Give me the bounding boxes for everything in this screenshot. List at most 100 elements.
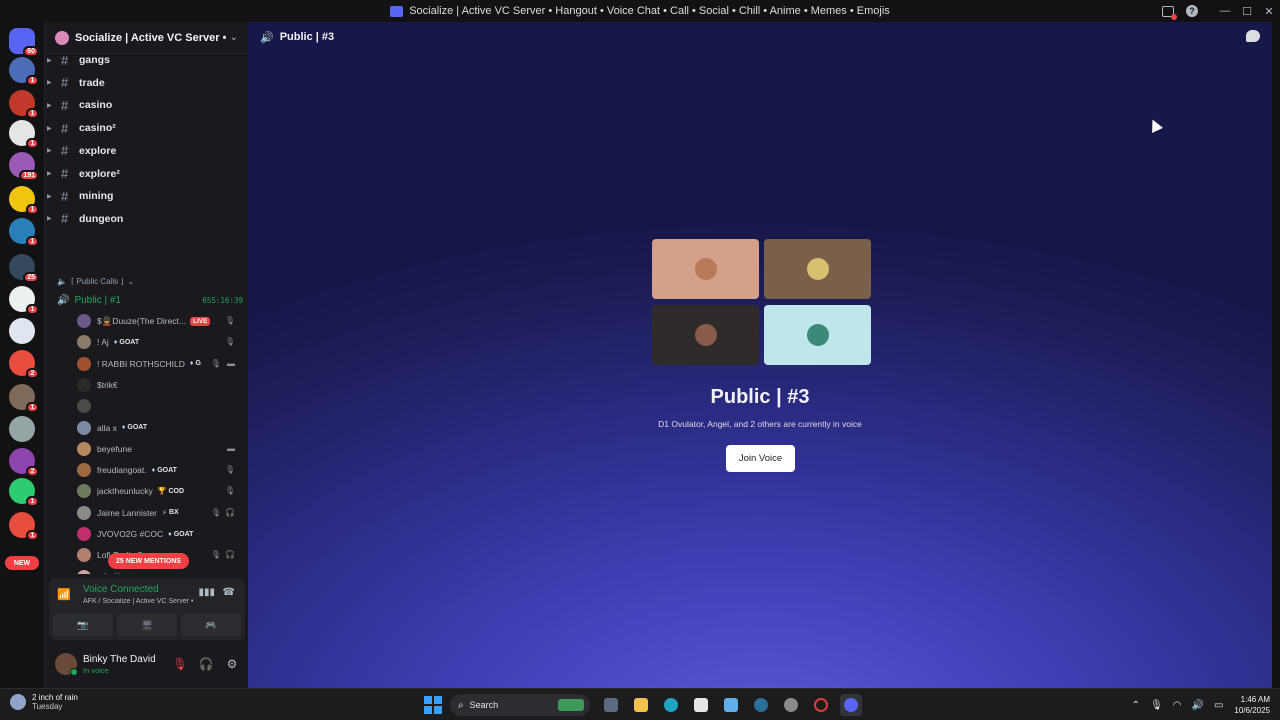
- text-channel[interactable]: ▶ # dungeon: [45, 209, 249, 229]
- taskbar-search[interactable]: ⌕ Search: [450, 694, 590, 716]
- voice-channel-label: Public | #1: [74, 294, 121, 306]
- text-channel[interactable]: ▶ # casino²: [45, 118, 249, 138]
- camera-off-icon[interactable]: 📷: [53, 614, 113, 636]
- volume-icon[interactable]: 🔊: [1192, 700, 1204, 711]
- member-status-icon: 🎙: [224, 337, 235, 347]
- server-icon[interactable]: 1: [9, 57, 39, 86]
- avatar: [77, 527, 91, 541]
- avatar[interactable]: [55, 653, 78, 676]
- screen-share-icon[interactable]: 🖥: [117, 614, 177, 636]
- voice-connected-title[interactable]: Voice Connected: [83, 584, 159, 595]
- text-channel-label: casino²: [79, 122, 116, 135]
- file-explorer-icon[interactable]: [630, 694, 652, 716]
- text-channel[interactable]: ▶ # gangs: [45, 54, 249, 70]
- gear-icon[interactable]: ⚙: [219, 657, 245, 671]
- join-voice-button[interactable]: Join Voice: [726, 445, 795, 472]
- voice-member[interactable]: beyefune ▬: [77, 440, 241, 458]
- server-icon[interactable]: 1: [9, 478, 39, 507]
- snipping-tool-icon[interactable]: [690, 694, 712, 716]
- username: Binky The David: [83, 653, 156, 665]
- server-icon[interactable]: 2: [9, 350, 39, 379]
- weather-widget[interactable]: 2 inch of rain Tuesday: [10, 693, 78, 711]
- voice-member[interactable]: jacktheunlucky 🏆 COD 🎙: [77, 482, 241, 500]
- participant-tile[interactable]: [764, 239, 871, 299]
- server-icon[interactable]: 2: [9, 448, 39, 477]
- server-icon[interactable]: 1: [9, 90, 39, 119]
- edge-browser-icon[interactable]: [660, 694, 682, 716]
- new-unreads-pill[interactable]: NEW: [5, 556, 39, 570]
- server-icon[interactable]: 25: [9, 254, 39, 283]
- voice-member[interactable]: ! Aj ♦ GOAT 🎙: [77, 333, 241, 351]
- new-mentions-pill[interactable]: 25 NEW MENTIONS: [108, 553, 189, 569]
- server-icon[interactable]: 1: [9, 218, 39, 247]
- server-icon[interactable]: 1: [9, 384, 39, 413]
- signal-icon[interactable]: 📶: [57, 588, 71, 601]
- user-info[interactable]: Binky The David In voice: [83, 654, 167, 675]
- server-icon[interactable]: [9, 416, 35, 442]
- settings-app-icon[interactable]: [780, 694, 802, 716]
- notepad-icon[interactable]: [720, 694, 742, 716]
- task-view-icon[interactable]: [600, 694, 622, 716]
- text-channel[interactable]: ▶ # explore: [45, 141, 249, 161]
- help-icon[interactable]: ?: [1180, 0, 1204, 22]
- server-icon[interactable]: 1: [9, 186, 39, 215]
- participant-tile[interactable]: [652, 239, 759, 299]
- voice-channel-public-1[interactable]: 🔊 Public | #1 655:16:39: [57, 292, 243, 308]
- member-status-icon: 🎙: [224, 486, 235, 496]
- inbox-icon[interactable]: [1156, 0, 1180, 22]
- text-channel-label: explore²: [79, 167, 120, 180]
- start-button[interactable]: [424, 696, 442, 714]
- avatar: [77, 377, 91, 392]
- voice-member[interactable]: [77, 397, 241, 415]
- steam-icon[interactable]: [750, 694, 772, 716]
- mute-mic-icon[interactable]: 🎙: [167, 657, 193, 671]
- voice-member[interactable]: ! RABBI ROTHSCHILD ♦ G ▬ 🎙: [77, 355, 241, 373]
- minimize-button[interactable]: —: [1214, 0, 1236, 22]
- maximize-button[interactable]: ☐: [1236, 0, 1258, 22]
- text-channel[interactable]: ▶ # mining: [45, 186, 249, 206]
- unread-badge: 25: [23, 272, 39, 283]
- activity-icon[interactable]: 🎮: [181, 614, 241, 636]
- avatar: [806, 324, 829, 346]
- disconnect-icon[interactable]: ☎: [223, 587, 235, 598]
- unread-badge: 1: [26, 138, 39, 149]
- hash-icon: #: [61, 75, 69, 91]
- voice-member[interactable]: Jaime Lannister ⚡ BX 🎧 🎙: [77, 504, 241, 522]
- server-icon[interactable]: 191: [9, 152, 39, 181]
- voice-member[interactable]: JVOVO2G #COC ♦ GOAT: [77, 525, 241, 543]
- voice-category[interactable]: 🔈 ⌈ Public Calls ⌋ ⌄: [57, 274, 134, 288]
- voice-member[interactable]: $trik€: [77, 376, 241, 394]
- server-icon[interactable]: 1: [9, 286, 39, 315]
- wifi-icon[interactable]: ◠: [1173, 700, 1182, 711]
- server-header[interactable]: Socialize | Active VC Server • ... ⌄: [45, 22, 248, 54]
- headphones-icon[interactable]: 🎧: [193, 657, 219, 671]
- close-button[interactable]: ✕: [1258, 0, 1280, 22]
- tag-label: GOAT: [157, 466, 177, 474]
- participant-tile[interactable]: [764, 305, 871, 365]
- window-edge: [1272, 22, 1280, 688]
- microphone-icon[interactable]: 🎙: [1150, 700, 1163, 711]
- discord-icon[interactable]: [840, 694, 862, 716]
- voice-connected-subtitle[interactable]: AFK / Socialize | Active VC Server • Han…: [83, 598, 193, 605]
- text-channel[interactable]: ▶ # trade: [45, 73, 249, 93]
- server-icon[interactable]: [9, 318, 35, 344]
- battery-icon[interactable]: ▭: [1214, 700, 1223, 711]
- voice-member[interactable]: $💂Duuze(The Direct... LIVE 🎙: [77, 312, 241, 330]
- participant-tile[interactable]: [652, 305, 759, 365]
- unread-badge: 1: [26, 108, 39, 119]
- server-icon[interactable]: 1: [9, 120, 39, 149]
- chat-icon[interactable]: [1246, 30, 1260, 42]
- text-channel[interactable]: ▶ # casino: [45, 95, 249, 115]
- chevron-up-icon[interactable]: ⌃: [1132, 700, 1140, 711]
- voice-member[interactable]: freudiangoat. ♦ GOAT 🎙: [77, 461, 241, 479]
- server-icon[interactable]: 1: [9, 512, 39, 541]
- tag-icon: ♦: [189, 360, 194, 368]
- text-channel[interactable]: ▶ # explore²: [45, 164, 249, 184]
- member-name: mlu ♡: [97, 571, 121, 574]
- server-icon[interactable]: 60: [9, 28, 39, 57]
- clock[interactable]: 1:46 AM 10/6/2025: [1234, 694, 1270, 716]
- opera-gx-icon[interactable]: [810, 694, 832, 716]
- channel-header-title: Public | #3: [279, 31, 335, 43]
- noise-suppression-icon[interactable]: ▮▮▮: [198, 587, 215, 598]
- voice-member[interactable]: alla x ♦ GOAT: [77, 419, 241, 437]
